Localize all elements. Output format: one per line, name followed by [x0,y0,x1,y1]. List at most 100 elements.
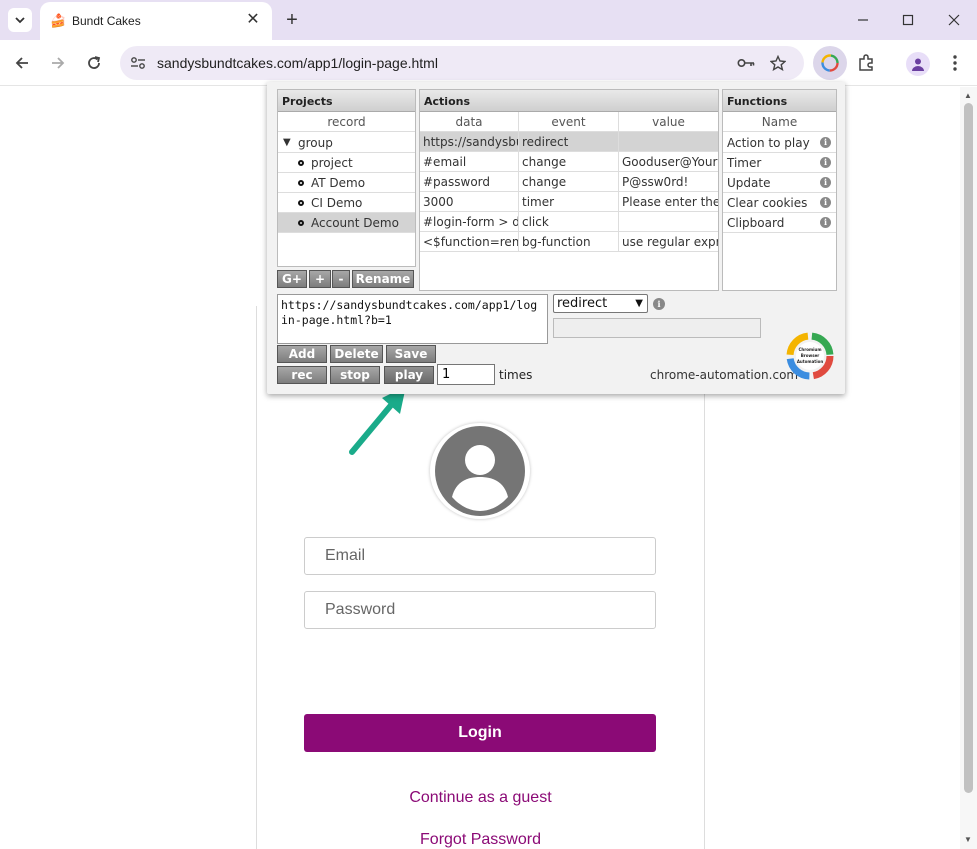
function-row[interactable]: Timer i [723,153,836,173]
scroll-down-icon[interactable]: ▼ [964,835,972,844]
project-row[interactable]: Account Demo [278,213,415,233]
record-button[interactable]: rec [277,366,327,384]
email-field[interactable] [304,537,656,575]
scroll-up-icon[interactable]: ▲ [964,91,972,100]
close-icon [948,14,960,26]
info-icon[interactable]: i [820,137,831,148]
action-row[interactable]: #password change P@ssw0rd! [420,172,718,192]
bookmark-star-icon[interactable] [768,53,788,73]
action-value: P@ssw0rd! [622,175,689,189]
action-data: #login-form > div [420,212,519,231]
action-data-editor[interactable]: https://sandysbundtcakes.com/app1/login-… [277,294,548,344]
delete-action-button[interactable]: Delete [330,345,383,363]
profile-button[interactable] [906,52,930,76]
function-row[interactable]: Clipboard i [723,213,836,233]
browser-tab[interactable]: 🍰 Bundt Cakes ✕ [40,2,272,40]
remove-project-button[interactable]: - [332,270,350,288]
logo-text-line: Browser [801,353,820,358]
browser-menu-button[interactable] [943,51,967,75]
info-icon[interactable]: i [653,298,665,310]
event-select-value: redirect [557,296,608,311]
functions-column-header: Name [723,112,836,132]
password-field[interactable] [304,591,656,629]
action-row[interactable]: 3000 timer Please enter the [420,192,718,212]
tab-strip: 🍰 Bundt Cakes ✕ + [0,0,977,40]
stop-button[interactable]: stop [330,366,380,384]
minimize-button[interactable] [853,10,873,30]
new-tab-button[interactable]: + [282,10,302,30]
action-data: 3000 [420,192,519,211]
action-event: redirect [519,132,619,151]
add-project-button[interactable]: + [309,270,331,288]
action-value: use regular expression [622,235,718,249]
project-row[interactable]: AT Demo [278,173,415,193]
profile-avatar-icon [912,58,924,71]
action-row[interactable]: #login-form > div click [420,212,718,232]
save-action-button[interactable]: Save [386,345,436,363]
rename-project-button[interactable]: Rename [352,270,414,288]
forward-button[interactable] [46,51,70,75]
action-event: change [519,152,619,171]
project-label: Account Demo [311,216,399,230]
website-label[interactable]: chrome-automation.com [650,368,798,382]
project-row[interactable]: project [278,153,415,173]
tab-search-button[interactable] [8,8,32,32]
puzzle-icon [859,54,873,71]
logo-text-line: Automation [797,359,824,364]
action-event: timer [519,192,619,211]
maximize-button[interactable] [898,10,918,30]
function-row[interactable]: Clear cookies i [723,193,836,213]
function-row[interactable]: Action to play i [723,133,836,153]
chromium-automation-logo: Chromium Browser Automation [786,332,834,380]
functions-panel: Functions Name Action to play i Timer i … [722,89,837,291]
info-icon[interactable]: i [820,157,831,168]
user-silhouette-icon [435,426,525,516]
close-tab-icon[interactable]: ✕ [244,11,262,29]
action-value: Gooduser@YourCompany.com [622,155,718,169]
scrollbar-thumb[interactable] [964,103,973,793]
function-label: Clipboard [727,216,785,230]
add-action-button[interactable]: Add [277,345,327,363]
login-button[interactable]: Login [304,714,656,752]
function-label: Action to play [727,136,810,150]
address-bar[interactable]: sandysbundtcakes.com/app1/login-page.htm… [120,46,804,80]
bullet-icon [298,160,304,166]
action-data: #email [420,152,519,171]
action-value [619,212,718,231]
close-window-button[interactable] [944,10,964,30]
back-button[interactable] [10,51,34,75]
reload-icon [88,56,101,69]
project-row[interactable]: CI Demo [278,193,415,213]
action-value [619,132,718,151]
action-row[interactable]: #email change Gooduser@YourCompany.com [420,152,718,172]
url-text[interactable]: sandysbundtcakes.com/app1/login-page.htm… [157,55,438,71]
user-avatar [430,423,530,519]
extensions-button[interactable] [854,51,878,75]
automation-extension-button[interactable] [813,46,847,80]
repeat-times-input[interactable]: 1 [437,364,495,385]
info-icon[interactable]: i [820,197,831,208]
add-group-button[interactable]: G+ [277,270,307,288]
continue-as-guest-link[interactable]: Continue as a guest [256,789,705,807]
action-data: #password [420,172,519,191]
password-key-icon[interactable] [736,53,756,73]
page-scrollbar[interactable]: ▲ ▼ [960,87,977,849]
action-event: click [519,212,619,231]
triangle-down-icon: ▼ [283,137,291,148]
action-value-field[interactable] [553,318,761,338]
function-row[interactable]: Update i [723,173,836,193]
event-select[interactable]: redirect ▼ [553,294,648,313]
forgot-password-link[interactable]: Forgot Password [256,831,705,849]
chevron-down-icon: ▼ [635,298,643,309]
automation-popup: Projects record ▼ group project AT Demo … [267,82,845,394]
site-info-icon[interactable] [128,53,148,73]
play-button[interactable]: play [384,366,434,384]
action-row[interactable]: https://sandysbundtcakes.com/app1/login-… [420,132,718,152]
action-row[interactable]: <$function=removeCookies> bg-function us… [420,232,718,252]
maximize-icon [902,14,914,26]
info-icon[interactable]: i [820,177,831,188]
project-group-row[interactable]: ▼ group [278,133,415,153]
reload-button[interactable] [82,51,106,75]
functions-title: Functions [723,90,836,112]
info-icon[interactable]: i [820,217,831,228]
